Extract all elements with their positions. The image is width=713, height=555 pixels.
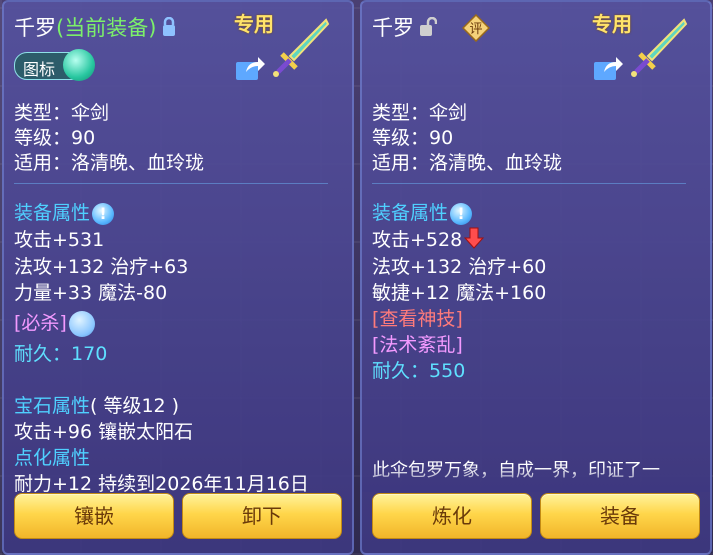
item-name: 千罗 <box>372 16 414 40</box>
special-skill-link[interactable]: [必杀] <box>14 312 67 334</box>
item-title: 千罗 <box>372 12 438 42</box>
divider <box>14 183 328 184</box>
sword-icon <box>626 16 688 82</box>
fit-line: 适用：洛清晚、血玲珑 <box>14 152 205 174</box>
unequip-button[interactable]: 卸下 <box>182 493 342 539</box>
share-icon[interactable] <box>234 54 266 86</box>
level-line: 等级：90 <box>14 127 96 149</box>
down-arrow-icon <box>464 227 485 254</box>
attr-line: 法攻+132 治疗+60 <box>372 256 547 278</box>
durability-label: 耐久： <box>372 360 430 382</box>
durability-label: 耐久： <box>14 343 72 365</box>
rating-badge-icon[interactable]: 评 <box>461 13 491 46</box>
item-title: 千罗(当前装备) <box>14 12 177 42</box>
attr-line: 攻击+528 <box>372 225 485 254</box>
attr-line: 敏捷+12 魔法+160 <box>372 282 547 304</box>
description-fade <box>362 467 710 492</box>
durability-value: 170 <box>71 343 108 365</box>
unlock-icon[interactable] <box>419 16 438 42</box>
refine-line: 耐力+12 持续到2026年11月16日 <box>14 473 309 495</box>
level-line: 等级：90 <box>372 127 454 149</box>
gem-header: 宝石属性 <box>14 395 91 417</box>
durability-line: 耐久：170 <box>14 339 107 366</box>
attr-line: 力量+33 魔法-80 <box>14 282 168 304</box>
durability-value: 550 <box>429 360 466 382</box>
attr-line: 攻击+531 <box>14 229 105 251</box>
fit-line: 适用：洛清晚、血玲珑 <box>372 152 563 174</box>
toggle-knob <box>63 49 95 81</box>
attr-header-label: 装备属性 <box>14 202 91 224</box>
refresh-icon[interactable] <box>68 310 95 337</box>
inlay-button[interactable]: 镶嵌 <box>14 493 174 539</box>
equipped-tag: (当前装备) <box>56 16 157 40</box>
type-line: 类型：伞剑 <box>372 102 468 124</box>
attr-header-label: 装备属性 <box>372 202 449 224</box>
durability-line: 耐久：550 <box>372 356 465 383</box>
icon-toggle[interactable]: 图标 <box>14 49 95 81</box>
current-equipment-panel: 千罗(当前装备) 专用 图标 类型：伞剑 等级：90 适用：洛清晚、血玲珑 装备… <box>2 0 354 555</box>
compare-equipment-panel: 千罗 评 专用 类型：伞剑 等级：90 适用：洛清晚、血玲珑 装备属性! 攻击+… <box>360 0 712 555</box>
gem-header-line: 宝石属性( 等级12 ) <box>14 391 179 418</box>
share-icon[interactable] <box>592 54 624 86</box>
refine-button[interactable]: 炼化 <box>372 493 532 539</box>
sword-icon <box>268 16 330 82</box>
rating-badge-label: 评 <box>469 22 482 37</box>
spell-chaos-link[interactable]: [法术紊乱] <box>372 330 463 357</box>
equip-button[interactable]: 装备 <box>540 493 700 539</box>
attr-line: 法攻+132 治疗+63 <box>14 256 189 278</box>
attr-header: 装备属性! <box>14 198 115 225</box>
lock-icon[interactable] <box>161 16 177 42</box>
attr-header: 装备属性! <box>372 198 473 225</box>
attack-value: 攻击+528 <box>372 229 463 251</box>
gem-line: 攻击+96 镶嵌太阳石 <box>14 421 194 443</box>
refine-header: 点化属性 <box>14 447 91 469</box>
special-skill-line: [必杀] <box>14 308 95 337</box>
gem-level: ( 等级12 ) <box>90 395 180 417</box>
type-line: 类型：伞剑 <box>14 102 110 124</box>
icon-toggle-label: 图标 <box>23 60 56 79</box>
info-icon[interactable]: ! <box>92 202 115 225</box>
item-name: 千罗 <box>14 16 56 40</box>
info-icon[interactable]: ! <box>450 202 473 225</box>
divider <box>372 183 686 184</box>
divine-skill-link[interactable]: [查看神技] <box>372 304 463 331</box>
